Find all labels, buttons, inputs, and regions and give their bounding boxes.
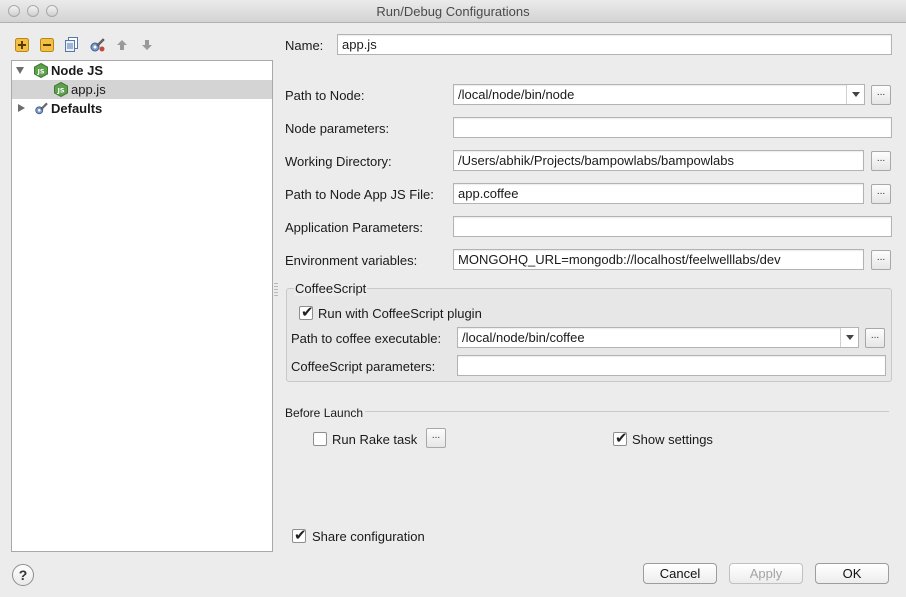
zoom-window-button[interactable] <box>46 5 58 17</box>
collapse-arrow-icon[interactable] <box>18 104 25 112</box>
run-coffeescript-label[interactable]: Run with CoffeeScript plugin <box>318 306 482 321</box>
application-parameters-input[interactable] <box>453 216 892 237</box>
tree-item-defaults[interactable]: Defaults <box>12 99 272 118</box>
browse-working-directory-button[interactable]: ... <box>871 151 891 171</box>
coffeescript-parameters-label: CoffeeScript parameters: <box>291 359 436 374</box>
app-js-file-input[interactable]: app.coffee <box>453 183 864 204</box>
svg-text:JS: JS <box>36 68 44 76</box>
splitter-handle[interactable] <box>274 283 278 297</box>
environment-variables-label: Environment variables: <box>285 253 418 268</box>
tree-item-label: Defaults <box>51 101 103 116</box>
expand-arrow-icon[interactable] <box>16 67 24 74</box>
cancel-button[interactable]: Cancel <box>643 563 717 584</box>
browse-app-js-button[interactable]: ... <box>871 184 891 204</box>
node-parameters-label: Node parameters: <box>285 121 390 136</box>
title-bar: Run/Debug Configurations <box>0 0 906 23</box>
copy-icon[interactable] <box>64 37 80 53</box>
run-rake-task-label[interactable]: Run Rake task <box>332 432 417 447</box>
tree-item-label: app.js <box>71 82 106 97</box>
before-launch-divider <box>365 411 889 412</box>
nodejs-icon: JS <box>34 63 48 78</box>
checkmark-icon: ✔ <box>301 303 314 321</box>
chevron-down-icon[interactable] <box>846 85 864 104</box>
tree-item-label: Node JS <box>51 63 104 78</box>
edit-environment-button[interactable]: ... <box>871 250 891 270</box>
remove-icon[interactable] <box>39 37 55 53</box>
app-js-file-label: Path to Node App JS File: <box>285 187 434 202</box>
help-button[interactable]: ? <box>12 564 34 586</box>
application-parameters-label: Application Parameters: <box>285 220 424 235</box>
share-configuration-label[interactable]: Share configuration <box>312 529 425 544</box>
apply-button[interactable]: Apply <box>729 563 803 584</box>
tree-item-app-js[interactable]: JS app.js <box>12 80 272 99</box>
path-to-node-combo[interactable]: /local/node/bin/node <box>453 84 865 105</box>
nodejs-icon: JS <box>54 82 68 97</box>
chevron-down-icon[interactable] <box>840 328 858 347</box>
path-to-node-value: /local/node/bin/node <box>458 87 575 102</box>
window-title: Run/Debug Configurations <box>376 4 530 19</box>
browse-coffee-button[interactable]: ... <box>865 328 885 348</box>
coffeescript-legend: CoffeeScript <box>294 281 368 296</box>
show-settings-label[interactable]: Show settings <box>632 432 713 447</box>
name-input[interactable]: app.js <box>337 34 892 55</box>
coffee-executable-value: /local/node/bin/coffee <box>462 330 585 345</box>
config-toolbar <box>14 36 155 54</box>
run-rake-task-checkbox[interactable] <box>313 432 327 446</box>
node-parameters-input[interactable] <box>453 117 892 138</box>
move-up-icon[interactable] <box>114 37 130 53</box>
browse-node-button[interactable]: ... <box>871 85 891 105</box>
svg-text:JS: JS <box>56 87 64 95</box>
add-icon[interactable] <box>14 37 30 53</box>
path-to-node-label: Path to Node: <box>285 88 365 103</box>
working-directory-input[interactable]: /Users/abhik/Projects/bampowlabs/bampowl… <box>453 150 864 171</box>
before-launch-heading: Before Launch <box>285 406 364 420</box>
tree-item-node-js[interactable]: JS Node JS <box>12 61 272 80</box>
share-configuration-checkbox[interactable]: ✔ <box>292 526 307 544</box>
name-label: Name: <box>285 38 324 53</box>
coffee-executable-label: Path to coffee executable: <box>291 331 442 346</box>
minimize-window-button[interactable] <box>27 5 39 17</box>
checkmark-icon: ✔ <box>615 429 628 447</box>
checkmark-icon: ✔ <box>294 526 307 544</box>
edit-defaults-icon[interactable] <box>89 37 105 53</box>
close-window-button[interactable] <box>8 5 20 17</box>
move-down-icon[interactable] <box>139 37 155 53</box>
environment-variables-input[interactable]: MONGOHQ_URL=mongodb://localhost/feelwell… <box>453 249 864 270</box>
coffeescript-parameters-input[interactable] <box>457 355 886 376</box>
run-coffeescript-checkbox[interactable]: ✔ <box>299 303 314 321</box>
rake-task-options-button[interactable]: ... <box>426 428 446 448</box>
configuration-tree: JS Node JS JS app.js Defaults <box>11 60 273 552</box>
show-settings-checkbox[interactable]: ✔ <box>613 429 628 447</box>
defaults-icon <box>35 102 48 115</box>
ok-button[interactable]: OK <box>815 563 889 584</box>
working-directory-label: Working Directory: <box>285 154 392 169</box>
coffee-executable-combo[interactable]: /local/node/bin/coffee <box>457 327 859 348</box>
